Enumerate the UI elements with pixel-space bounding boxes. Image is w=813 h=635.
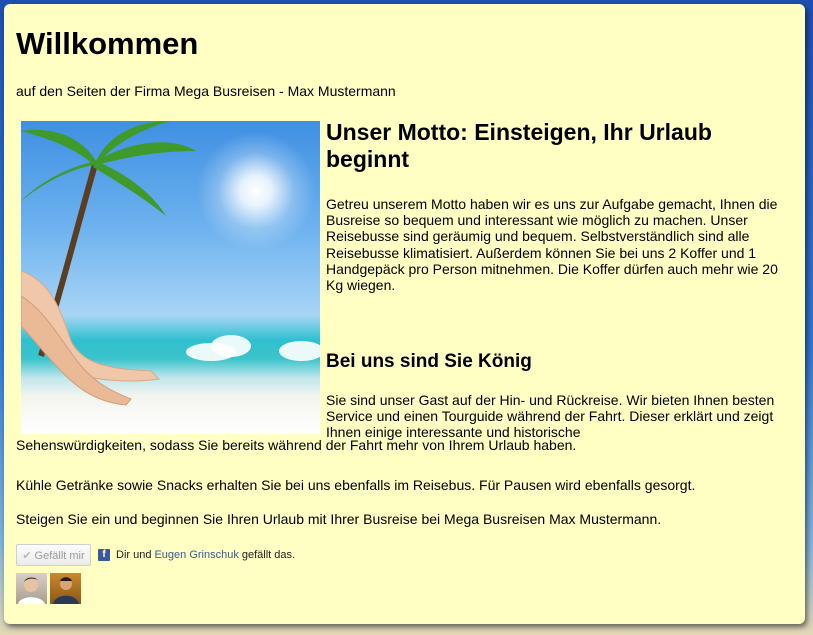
palm-and-legs-illustration (21, 121, 196, 406)
closing-paragraph: Steigen Sie ein und beginnen Sie Ihren U… (16, 511, 662, 527)
facebook-social-text: f Dir und Eugen Grinschuk gefällt das. (98, 547, 295, 563)
facebook-icon: f (98, 549, 110, 561)
like-button-label: Gefällt mir (34, 550, 85, 562)
motto-heading: Unser Motto: Einsteigen, Ihr Urlaub begi… (326, 119, 712, 172)
koenig-heading: Bei uns sind Sie König (326, 351, 532, 372)
check-icon: ✔ (22, 550, 32, 562)
page-subtitle: auf den Seiten der Firma Mega Busreisen … (16, 83, 396, 99)
facebook-like-button[interactable]: ✔ Gefällt mir (16, 544, 91, 566)
page-title: Willkommen (16, 26, 199, 61)
person-icon (18, 577, 45, 604)
facebook-text-prefix: Dir und (116, 549, 152, 561)
koenig-paragraph-part2: Sehenswürdigkeiten, sodass Sie bereits w… (16, 437, 577, 453)
content-panel: Willkommen auf den Seiten der Firma Mega… (4, 4, 805, 624)
facebook-friend-link[interactable]: Eugen Grinschuk (154, 547, 238, 563)
avatar-friend-2[interactable] (50, 573, 81, 604)
avatar-friend-1[interactable] (16, 573, 47, 604)
snacks-paragraph: Kühle Getränke sowie Snacks erhalten Sie… (16, 477, 696, 493)
facebook-text-suffix: gefällt das. (241, 549, 296, 561)
koenig-paragraph-part1: Sie sind unser Gast auf der Hin- und Rüc… (326, 392, 775, 441)
motto-paragraph: Getreu unserem Motto haben wir es uns zu… (326, 196, 778, 294)
person-icon (53, 577, 79, 604)
beach-palm-image (21, 121, 320, 434)
